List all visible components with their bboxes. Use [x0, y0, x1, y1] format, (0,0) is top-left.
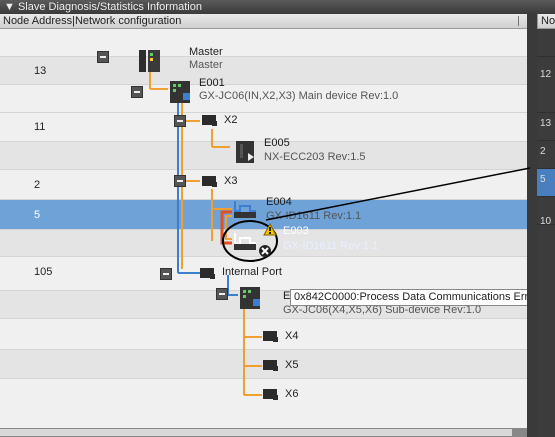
right-cell — [537, 29, 555, 57]
e003-model: GX-ID1611 Rev:1.1 — [283, 240, 379, 252]
port-icon — [202, 115, 217, 126]
controller-icon[interactable] — [137, 48, 161, 72]
error-x-icon — [259, 245, 271, 257]
internal-port[interactable]: Internal Port — [222, 266, 282, 278]
right-cell-highlighted: 5 — [537, 169, 555, 197]
port-icon — [200, 268, 215, 279]
callout-line — [265, 167, 531, 221]
horizontal-scrollbar[interactable] — [0, 428, 527, 437]
column-separator[interactable] — [518, 16, 519, 26]
column-header-network[interactable]: Node Address|Network configuration — [0, 14, 527, 29]
collapse-master-button[interactable] — [97, 51, 109, 63]
port-icon — [263, 389, 278, 400]
right-cell: 2 — [537, 141, 555, 169]
slave-diagnosis-panel: ▼ Slave Diagnosis/Statistics Information… — [0, 0, 555, 437]
coupler-icon[interactable] — [238, 285, 262, 309]
e001-name: E001 — [199, 77, 225, 89]
port-icon — [202, 176, 217, 187]
collapse-e001-button[interactable] — [131, 86, 143, 98]
collapse-x2-button[interactable] — [174, 115, 186, 127]
collapse-x3-button[interactable] — [174, 175, 186, 187]
port-icon — [263, 360, 278, 371]
port-x4[interactable]: X4 — [285, 330, 298, 342]
master-model: Master — [189, 59, 223, 71]
port-icon — [263, 331, 278, 342]
right-cell: 10 — [540, 216, 552, 227]
port-x2[interactable]: X2 — [224, 114, 237, 126]
column-header-right[interactable]: No — [537, 14, 555, 29]
error-tooltip: 0x842C0000:Process Data Communications E… — [290, 289, 542, 306]
e001-model: GX-JC06(IN,X2,X3) Main device Rev:1.0 — [199, 90, 399, 102]
right-cell: 13 — [537, 113, 555, 141]
port-x5[interactable]: X5 — [285, 359, 298, 371]
scrollbar-thumb[interactable] — [0, 429, 512, 436]
io-unit-icon[interactable] — [232, 139, 256, 163]
right-cell: 12 — [537, 57, 555, 113]
right-column: 12 13 2 5 10 — [537, 29, 555, 437]
panel-title[interactable]: ▼ Slave Diagnosis/Statistics Information — [0, 0, 555, 14]
collapse-e002-button[interactable] — [216, 288, 228, 300]
column-header-label: Node Address|Network configuration — [3, 15, 182, 27]
master-name: Master — [189, 46, 223, 58]
e005-name: E005 — [264, 137, 290, 149]
port-x6[interactable]: X6 — [285, 388, 298, 400]
port-x3[interactable]: X3 — [224, 175, 237, 187]
collapse-internal-port-button[interactable] — [160, 268, 172, 280]
coupler-icon[interactable] — [168, 79, 192, 103]
